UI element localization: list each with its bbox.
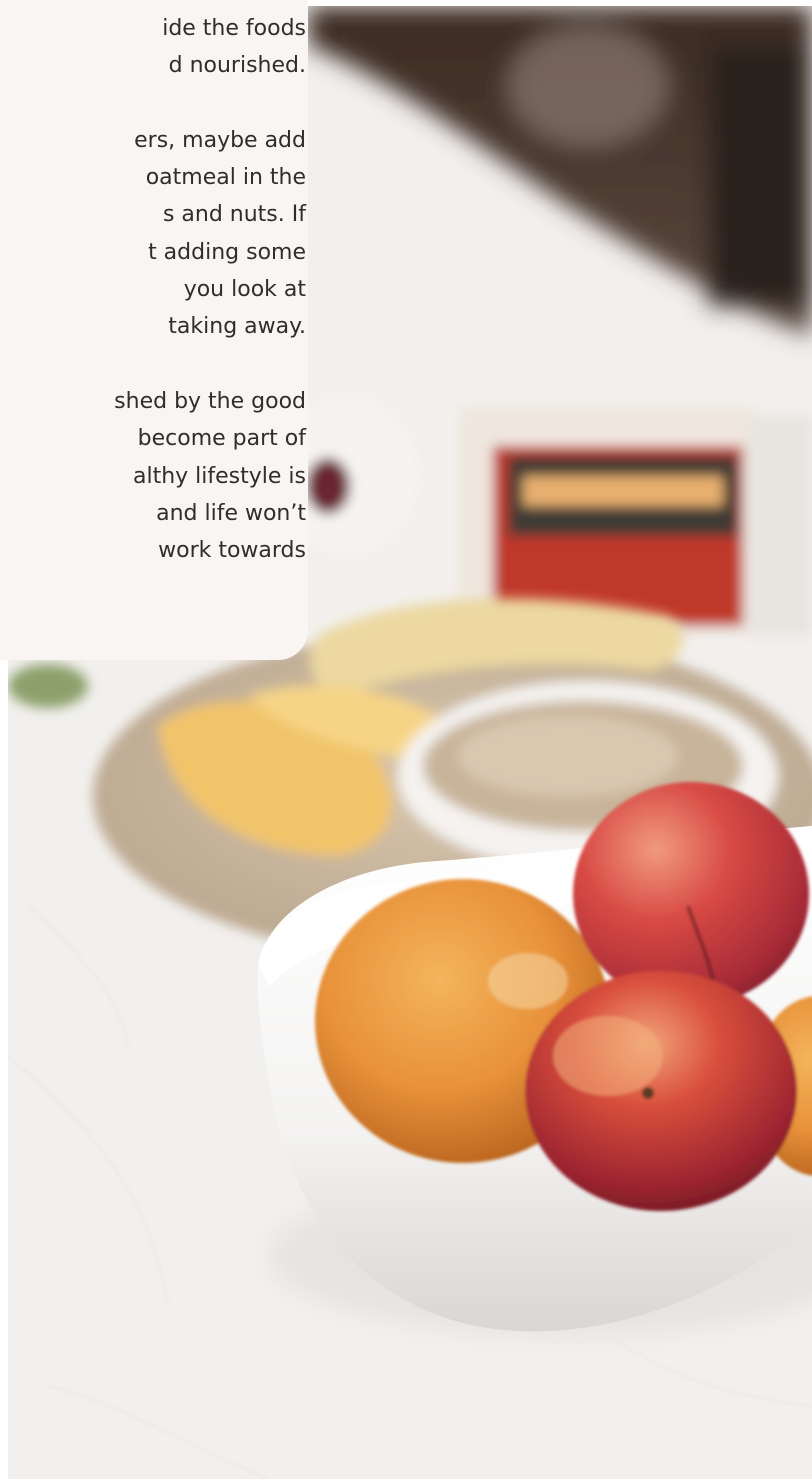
- article-text-card: ide the foods d nourished. ers, maybe ad…: [0, 0, 308, 660]
- article-line: taking away.: [168, 314, 306, 340]
- article-line: shed by the good: [114, 388, 306, 414]
- article-line: oatmeal in the: [145, 165, 306, 191]
- article-line: d nourished.: [168, 53, 306, 79]
- article-paragraph-2: ers, maybe add oatmeal in the s and nuts…: [0, 122, 306, 346]
- article-line: althy lifestyle is: [132, 463, 306, 489]
- article-line: you look at: [183, 277, 306, 303]
- article-paragraph-3: shed by the good become part of althy li…: [0, 383, 306, 569]
- article-line: t adding some: [148, 239, 306, 265]
- article-body: ide the foods d nourished. ers, maybe ad…: [0, 10, 306, 607]
- article-line: become part of: [137, 426, 306, 452]
- article-line: ide the foods: [162, 16, 306, 41]
- article-paragraph-1: ide the foods d nourished.: [0, 10, 306, 85]
- article-line: work towards: [158, 538, 306, 564]
- article-line: and life won’t: [156, 500, 306, 526]
- article-line: s and nuts. If: [162, 202, 306, 228]
- page: ide the foods d nourished. ers, maybe ad…: [0, 0, 812, 1479]
- article-line: ers, maybe add: [134, 127, 306, 153]
